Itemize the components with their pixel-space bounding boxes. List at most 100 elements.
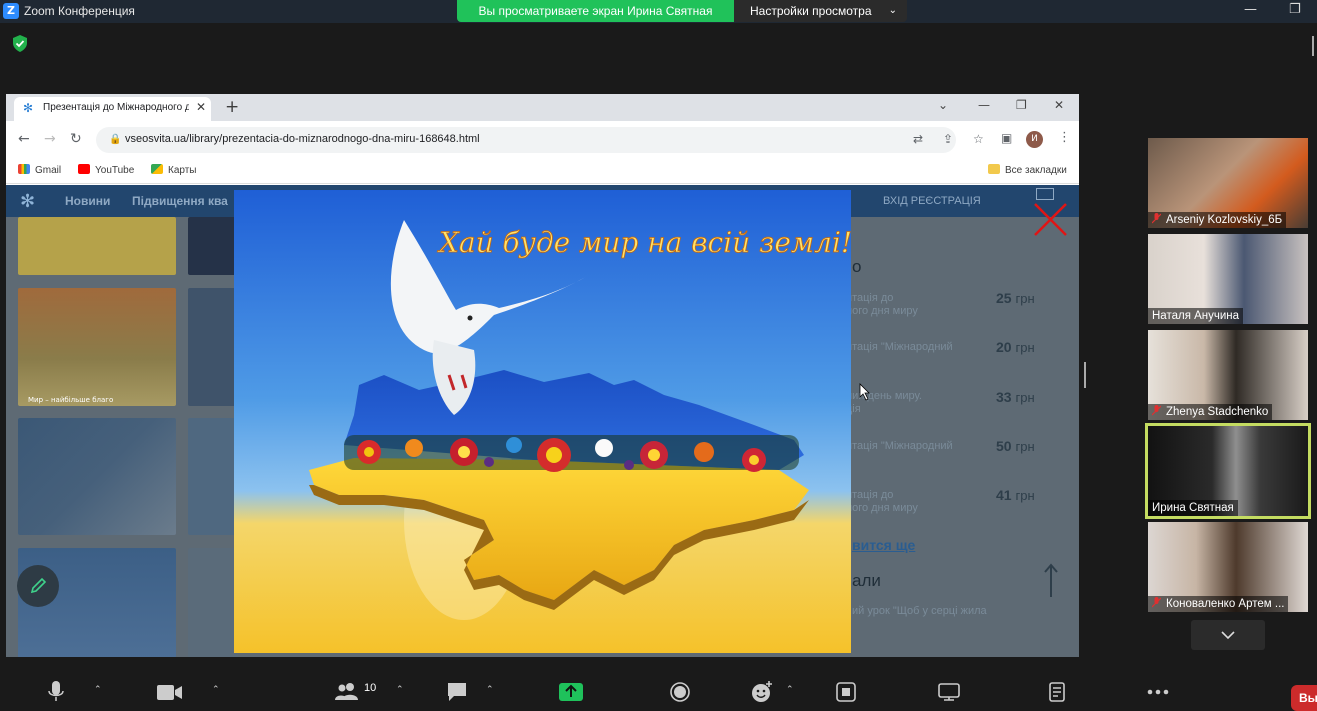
gmail-icon <box>18 164 30 174</box>
thumbnail[interactable] <box>18 217 176 275</box>
section-heading: али <box>852 571 881 590</box>
shield-icon[interactable] <box>12 35 28 52</box>
apps-icon[interactable] <box>836 682 856 702</box>
reload-icon[interactable]: ↻ <box>70 131 82 147</box>
site-logo-icon[interactable]: ✻ <box>20 191 35 212</box>
minimize-icon[interactable]: — <box>978 98 990 112</box>
record-icon[interactable] <box>670 682 690 702</box>
price: 25 грн <box>996 290 1035 306</box>
restore-icon[interactable]: ❐ <box>1289 2 1301 17</box>
share-screen-icon[interactable] <box>559 683 583 701</box>
restore-icon[interactable]: ❐ <box>1016 98 1027 112</box>
nav-link-news[interactable]: Новини <box>65 194 110 208</box>
maps-icon <box>151 164 163 174</box>
window-title: Zoom Конференция <box>24 4 135 18</box>
lock-icon: 🔒 <box>109 134 122 145</box>
list-item[interactable]: ний день миру. ція <box>846 390 922 416</box>
meeting-toolbar: ⌃ ⌃ 10 ⌃ ⌃ ⌃ Вы <box>0 667 1317 711</box>
list-item[interactable]: нтація до ного дня миру <box>846 489 918 515</box>
participant-tile[interactable]: Наталя Анучина <box>1148 234 1308 324</box>
thumbnail[interactable] <box>188 548 238 657</box>
participant-name: Zhenya Stadchenko <box>1148 404 1273 420</box>
chevron-up-icon[interactable]: ⌃ <box>786 685 794 695</box>
cart-icon[interactable] <box>1036 188 1054 200</box>
sidepanel-icon[interactable]: ▣ <box>1001 131 1012 145</box>
thumbnail[interactable] <box>18 418 176 535</box>
participants-scroll-down-button[interactable] <box>1191 620 1265 650</box>
minimize-icon[interactable]: — <box>1244 2 1257 17</box>
whiteboard-icon[interactable] <box>938 683 960 701</box>
annotate-button[interactable] <box>17 565 59 607</box>
share-notice: Вы просматриваете экран Ирина Святная <box>457 0 734 22</box>
leave-button[interactable]: Вы <box>1291 685 1317 711</box>
zoom-titlebar: Z Zoom Конференция Вы просматриваете экр… <box>0 0 1317 23</box>
share-icon[interactable]: ⇪ <box>943 132 953 146</box>
list-item[interactable]: нтація "Міжнародний" <box>846 440 953 466</box>
close-icon[interactable]: ✕ <box>196 100 206 114</box>
list-item[interactable]: нтація "Міжнародний" <box>846 341 953 367</box>
scroll-top-icon[interactable] <box>1043 563 1059 599</box>
back-icon[interactable]: ← <box>18 131 30 147</box>
bookmark-maps[interactable]: Карты <box>151 164 197 176</box>
thumbnail[interactable] <box>188 418 238 535</box>
microphone-icon[interactable] <box>48 681 64 703</box>
close-icon[interactable] <box>1033 202 1068 237</box>
url-input[interactable]: 🔒 vseosvita.ua/library/prezentacia-do-mi… <box>96 127 984 153</box>
participant-tile[interactable]: Arseniy Kozlovskiy_6Б <box>1148 138 1308 228</box>
mouse-cursor-icon <box>859 383 870 401</box>
list-item[interactable]: нтація до ного дня миру <box>846 292 918 318</box>
slide-image: Хай буде мир на всій землі! <box>234 190 851 653</box>
section-heading: о <box>852 257 862 276</box>
mic-muted-icon <box>1152 213 1161 224</box>
mic-muted-icon <box>1152 597 1161 608</box>
login-register-links[interactable]: ВХІД РЕЄСТРАЦІЯ <box>883 195 981 207</box>
close-icon[interactable]: ✕ <box>1054 98 1064 112</box>
bookmark-gmail[interactable]: Gmail <box>18 164 61 176</box>
participant-tile[interactable]: Zhenya Stadchenko <box>1148 330 1308 420</box>
more-menu-icon[interactable]: ⋮ <box>1058 130 1071 145</box>
view-options-label: Настройки просмотра <box>750 4 872 18</box>
thumbnail[interactable] <box>188 288 238 406</box>
nav-link-courses[interactable]: Підвищення ква <box>132 194 228 208</box>
chevron-down-icon[interactable]: ⌄ <box>938 98 948 112</box>
notes-icon[interactable] <box>1049 682 1065 702</box>
participant-tile[interactable]: Коноваленко Артем ... <box>1148 522 1308 612</box>
mic-muted-icon <box>1152 405 1161 416</box>
view-options-button[interactable]: Настройки просмотра ⌄ <box>734 0 907 22</box>
thumbnail-caption: Мир – найбільше благо <box>28 396 114 404</box>
participant-name: Arseniy Kozlovskiy_6Б <box>1148 212 1287 228</box>
bookmark-youtube[interactable]: YouTube <box>78 164 134 176</box>
translate-icon[interactable]: ⇄ <box>913 132 923 146</box>
video-camera-icon[interactable] <box>157 685 182 700</box>
price: 41 грн <box>996 487 1035 503</box>
reactions-icon[interactable] <box>751 681 773 703</box>
panel-resize-handle[interactable] <box>1084 362 1086 388</box>
new-tab-icon[interactable]: + <box>225 97 239 117</box>
list-item[interactable]: ий урок "Щоб у серці жила <box>852 605 987 617</box>
price: 33 грн <box>996 389 1035 405</box>
all-bookmarks[interactable]: Все закладки <box>988 164 1067 176</box>
panel-resize-handle[interactable] <box>1312 36 1314 56</box>
chevron-up-icon[interactable]: ⌃ <box>396 685 404 695</box>
participant-tile-active[interactable]: Ирина Святная <box>1145 423 1311 519</box>
forward-icon[interactable]: → <box>44 131 56 147</box>
chat-icon[interactable] <box>446 682 468 702</box>
star-icon[interactable]: ☆ <box>973 132 984 146</box>
youtube-icon <box>78 164 90 174</box>
thumbnail[interactable] <box>188 217 238 275</box>
show-more-link[interactable]: вится ще <box>852 537 915 553</box>
thumbnail[interactable]: Мир – найбільше благо <box>18 288 176 406</box>
chevron-up-icon[interactable]: ⌃ <box>94 685 102 695</box>
chevron-up-icon[interactable]: ⌃ <box>486 685 494 695</box>
profile-avatar[interactable]: И <box>1026 131 1043 148</box>
browser-tab[interactable]: ✻ Презентація до Міжнародного дня миру ✕ <box>14 97 211 121</box>
site-favicon-icon: ✻ <box>23 101 34 115</box>
participant-name: Ирина Святная <box>1148 500 1238 516</box>
more-icon[interactable] <box>1147 689 1169 695</box>
chevron-down-icon: ⌄ <box>888 5 897 16</box>
participant-name: Наталя Анучина <box>1148 308 1244 324</box>
chevron-up-icon[interactable]: ⌃ <box>212 685 220 695</box>
participants-icon[interactable] <box>335 683 359 700</box>
browser-tabbar: ✻ Презентація до Міжнародного дня миру ✕… <box>6 94 1079 121</box>
participants-count: 10 <box>364 682 377 694</box>
